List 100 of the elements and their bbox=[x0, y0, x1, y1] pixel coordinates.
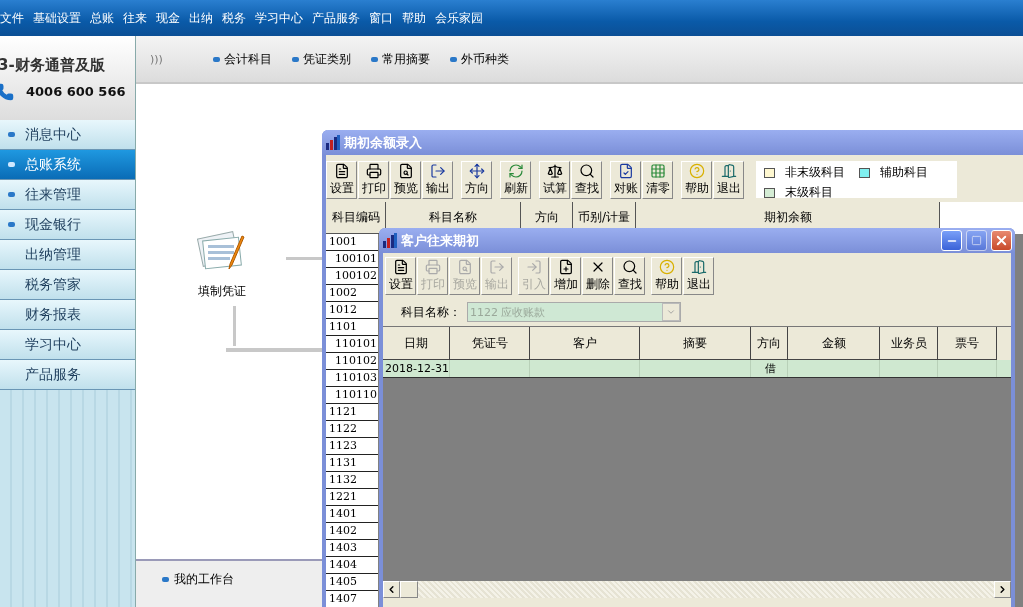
sidebar-item[interactable]: 学习中心 bbox=[0, 330, 135, 360]
scroll-right-button[interactable] bbox=[994, 581, 1011, 598]
toolbar-button[interactable]: 退出 bbox=[683, 257, 714, 295]
toolbar-button[interactable]: 查找 bbox=[571, 161, 602, 199]
phone-number: 4006 600 566 bbox=[26, 84, 126, 99]
toolbar-button[interactable]: 退出 bbox=[713, 161, 744, 199]
table-row[interactable]: 2018-12-31 借 bbox=[383, 360, 1011, 378]
arrows-icon bbox=[468, 163, 485, 179]
minimize-button[interactable] bbox=[941, 230, 962, 251]
toolbar-button[interactable]: 帮助 bbox=[651, 257, 682, 295]
door-icon bbox=[720, 163, 737, 179]
sidebar-item[interactable]: 财务报表 bbox=[0, 300, 135, 330]
toolbar-button[interactable]: 打印 bbox=[358, 161, 389, 199]
menu-item[interactable]: 现金 bbox=[156, 9, 180, 27]
scrollbar-thumb[interactable] bbox=[400, 581, 418, 598]
account-code: 1101 bbox=[326, 319, 378, 336]
account-code: 110101 bbox=[326, 336, 378, 353]
table-cell: 借 bbox=[751, 360, 788, 377]
account-code: 1131 bbox=[326, 455, 378, 472]
sidebar-item[interactable]: 总账系统 bbox=[0, 150, 135, 180]
sidebar-item[interactable]: 往来管理 bbox=[0, 180, 135, 210]
table-cell: 2018-12-31 bbox=[383, 360, 450, 377]
account-code: 110103 bbox=[326, 370, 378, 387]
grid-icon bbox=[649, 163, 666, 179]
account-code: 110110 bbox=[326, 387, 378, 404]
legend-label: 末级科目 bbox=[785, 184, 833, 201]
quick-link[interactable]: 凭证类别 bbox=[291, 50, 351, 68]
maximize-icon bbox=[971, 235, 982, 246]
export-icon bbox=[429, 163, 446, 179]
toolbar-button[interactable]: 刷新 bbox=[500, 161, 531, 199]
sidebar-item[interactable]: 出纳管理 bbox=[0, 240, 135, 270]
account-code: 1121 bbox=[326, 404, 378, 421]
refresh-icon bbox=[507, 163, 524, 179]
account-code: 1132 bbox=[326, 472, 378, 489]
check-document-icon bbox=[617, 163, 634, 179]
import-icon bbox=[525, 259, 542, 275]
menu-item[interactable]: 基础设置 bbox=[33, 9, 81, 27]
search-icon bbox=[578, 163, 595, 179]
window-title: 客户往来期初 bbox=[401, 231, 480, 250]
toolbar-button[interactable]: 输出 bbox=[422, 161, 453, 199]
close-icon bbox=[994, 233, 1009, 248]
quick-link[interactable]: 常用摘要 bbox=[370, 50, 430, 68]
menu-item[interactable]: 窗口 bbox=[369, 9, 393, 27]
document-icon bbox=[392, 259, 409, 275]
toolbar-button[interactable]: 方向 bbox=[461, 161, 492, 199]
account-code: 1122 bbox=[326, 421, 378, 438]
toolbar-button[interactable]: 对账 bbox=[610, 161, 641, 199]
sidebar-item[interactable]: 现金银行 bbox=[0, 210, 135, 240]
account-code: 1401 bbox=[326, 506, 378, 523]
workbench-link[interactable]: 我的工作台 bbox=[162, 571, 234, 588]
search-icon bbox=[621, 259, 638, 275]
menu-item[interactable]: 帮助 bbox=[402, 9, 426, 27]
sidebar-item[interactable]: 产品服务 bbox=[0, 360, 135, 390]
account-code: 100101 bbox=[326, 251, 378, 268]
legend-label: 辅助科目 bbox=[880, 164, 928, 181]
toolbar-button[interactable]: 删除 bbox=[582, 257, 613, 295]
toolbar-button[interactable]: 增加 bbox=[550, 257, 581, 295]
export-icon bbox=[488, 259, 505, 275]
magnifier-document-icon bbox=[397, 163, 414, 179]
quick-link[interactable]: 会计科目 bbox=[212, 50, 272, 68]
close-button[interactable] bbox=[991, 230, 1012, 251]
toolbar-button[interactable]: 设置 bbox=[326, 161, 357, 199]
account-code: 1001 bbox=[326, 234, 378, 251]
menu-item[interactable]: 总账 bbox=[90, 9, 114, 27]
toolbar-button[interactable]: 查找 bbox=[614, 257, 645, 295]
bars-icon bbox=[382, 233, 397, 248]
menu-item[interactable]: 会乐家园 bbox=[435, 9, 483, 27]
menu-item[interactable]: 产品服务 bbox=[312, 9, 360, 27]
menu-item[interactable]: 出纳 bbox=[189, 9, 213, 27]
sidebar-item[interactable]: 税务管家 bbox=[0, 270, 135, 300]
printer-icon bbox=[365, 163, 382, 179]
toolbar-button[interactable]: 试算 bbox=[539, 161, 570, 199]
column-header: 科目编码 bbox=[326, 202, 386, 234]
account-code: 100102 bbox=[326, 268, 378, 285]
toolbar-button[interactable]: 清零 bbox=[642, 161, 673, 199]
quick-link[interactable]: 外币种类 bbox=[449, 50, 509, 68]
menu-item[interactable]: 往来 bbox=[123, 9, 147, 27]
bullet-icon bbox=[8, 192, 15, 197]
connector-line bbox=[233, 306, 236, 346]
sidebar-item[interactable]: 消息中心 bbox=[0, 120, 135, 150]
maximize-button[interactable] bbox=[966, 230, 987, 251]
account-code: 1221 bbox=[326, 489, 378, 506]
bullet-icon bbox=[8, 132, 15, 137]
menu-item[interactable]: 税务 bbox=[222, 9, 246, 27]
toolbar-button[interactable]: 帮助 bbox=[681, 161, 712, 199]
phone-icon bbox=[0, 82, 14, 101]
toolbar-button[interactable]: 设置 bbox=[385, 257, 416, 295]
document-icon bbox=[333, 163, 350, 179]
subject-label: 科目名称： bbox=[401, 303, 461, 321]
scroll-left-button[interactable] bbox=[383, 581, 400, 598]
legend-label: 非末级科目 bbox=[785, 164, 845, 181]
toolbar-button[interactable]: 预览 bbox=[390, 161, 421, 199]
account-code: 1405 bbox=[326, 574, 378, 591]
magnifier-document-icon bbox=[456, 259, 473, 275]
menu-item[interactable]: 文件 bbox=[0, 9, 24, 27]
node-label[interactable]: 填制凭证 bbox=[198, 283, 246, 300]
expand-chevron[interactable]: ))) bbox=[150, 52, 163, 66]
menu-item[interactable]: 学习中心 bbox=[255, 9, 303, 27]
bullet-icon bbox=[8, 222, 15, 227]
question-icon bbox=[658, 259, 675, 275]
